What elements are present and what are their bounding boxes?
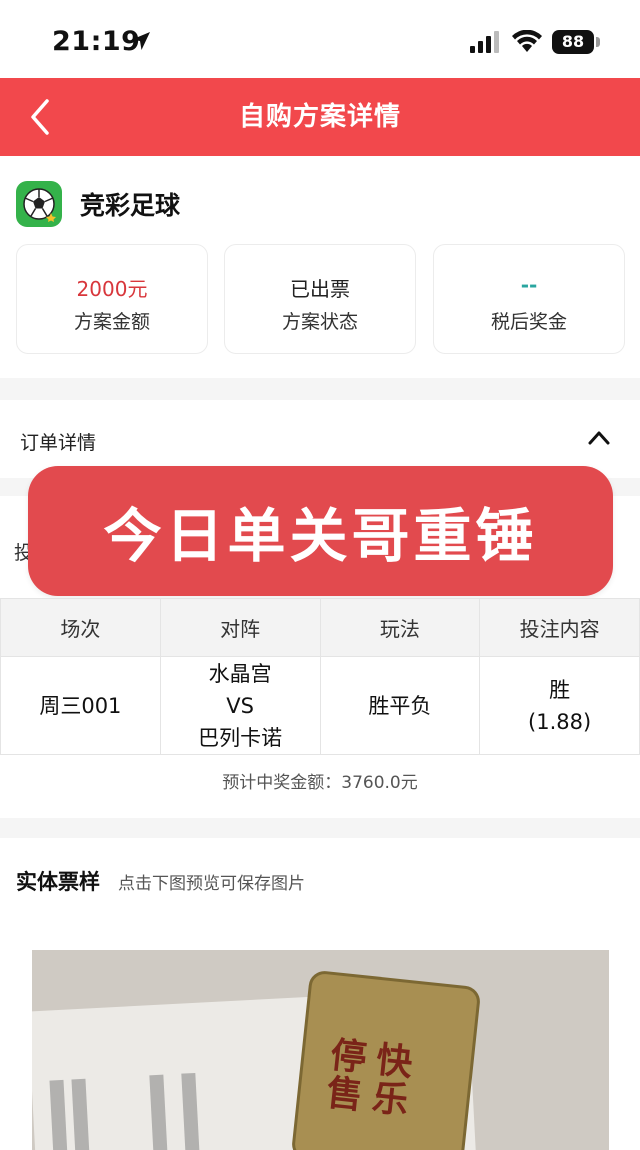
match-no-cell: 周三001 <box>0 656 161 755</box>
chevron-up-icon <box>588 431 610 445</box>
page-title: 自购方案详情 <box>238 102 401 132</box>
ticket-photo[interactable]: 快乐 停售 <box>32 950 609 1150</box>
paper-print <box>49 1079 68 1150</box>
order-detail-title: 订单详情 <box>20 432 97 454</box>
after-tax-prize-card: -- 税后奖金 <box>433 244 625 354</box>
paper-print <box>149 1074 168 1150</box>
ticket-section-hint: 点击下图预览可保存图片 <box>118 874 305 894</box>
overlay-text: 今日单关哥重锤 <box>103 502 538 570</box>
brass-sign: 快乐 停售 <box>290 969 482 1150</box>
brass-sign-text: 停售 <box>318 1034 368 1115</box>
vs-label: VS <box>226 693 254 718</box>
paper-print <box>71 1078 90 1150</box>
col-header-matchup: 对阵 <box>159 598 321 657</box>
ticket-section-title: 实体票样 <box>16 870 100 894</box>
chevron-left-icon <box>31 99 49 135</box>
bet-odds: (1.88) <box>528 709 592 734</box>
lottery-type-row: 竞彩足球 <box>16 178 180 230</box>
battery-nub <box>596 37 600 47</box>
col-header-play-type: 玩法 <box>319 598 481 657</box>
plan-status-card: 已出票 方案状态 <box>224 244 416 354</box>
after-tax-prize-value: -- <box>520 273 538 297</box>
paper-print <box>181 1072 200 1150</box>
bet-table: 场次 对阵 玩法 投注内容 周三001 水晶宫 VS 巴列卡诺 胜平负 胜 (1… <box>0 598 640 755</box>
col-header-match-no: 场次 <box>0 598 161 657</box>
matchup-cell: 水晶宫 VS 巴列卡诺 <box>159 656 321 755</box>
order-detail-toggle[interactable]: 订单详情 <box>0 402 640 476</box>
app-header: 自购方案详情 <box>0 78 640 156</box>
page: 21:19 88 自购方案详情 竞彩足球 2000元 方案金额 已出票 方案状态… <box>0 0 640 1150</box>
lottery-name: 竞彩足球 <box>80 191 181 220</box>
plan-amount-value: 2000元 <box>76 277 148 301</box>
wifi-icon <box>512 30 542 52</box>
plan-status-label: 方案状态 <box>281 311 358 333</box>
status-bar: 21:19 88 <box>0 0 640 78</box>
cellular-signal-icon <box>470 31 499 53</box>
expected-prize: 预计中奖金额：3760.0元 <box>222 773 418 793</box>
location-arrow-icon <box>132 32 150 50</box>
status-time: 21:19 <box>52 26 141 57</box>
bet-content-cell: 胜 (1.88) <box>479 656 640 755</box>
table-row: 周三001 水晶宫 VS 巴列卡诺 胜平负 胜 (1.88) <box>0 656 640 755</box>
away-team: 巴列卡诺 <box>198 725 283 750</box>
bet-pick: 胜 <box>549 677 571 702</box>
home-team: 水晶宫 <box>208 661 272 686</box>
section-divider <box>0 818 640 838</box>
soccer-ball-icon <box>16 181 62 227</box>
col-header-bet-content: 投注内容 <box>479 598 640 657</box>
plan-amount-label: 方案金额 <box>73 311 150 333</box>
battery-indicator: 88 <box>552 30 594 54</box>
section-divider <box>0 378 640 400</box>
plan-status-value: 已出票 <box>290 277 350 301</box>
table-header-row: 场次 对阵 玩法 投注内容 <box>0 598 640 657</box>
overlay-banner: 今日单关哥重锤 <box>28 466 613 596</box>
play-type-cell: 胜平负 <box>319 656 481 755</box>
back-button[interactable] <box>20 94 60 140</box>
plan-amount-card: 2000元 方案金额 <box>16 244 208 354</box>
after-tax-prize-label: 税后奖金 <box>490 311 567 333</box>
